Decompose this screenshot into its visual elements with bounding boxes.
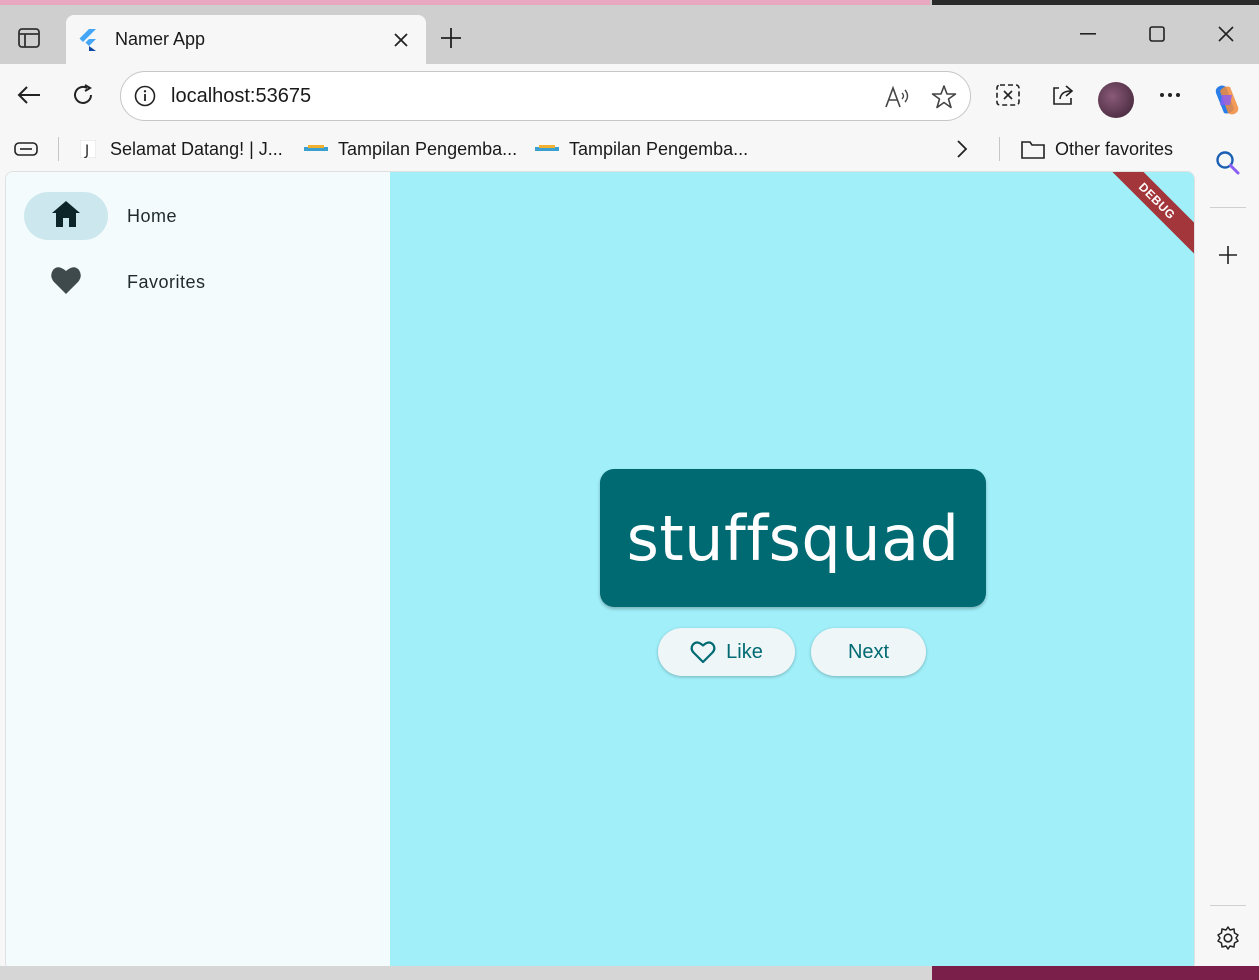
minimize-icon[interactable] — [1068, 19, 1108, 49]
favorite-link-label: Selamat Datang! | J... — [110, 138, 283, 159]
other-favorites-label: Other favorites — [1055, 138, 1174, 159]
more-options-icon[interactable] — [1153, 78, 1187, 112]
like-label: Like — [726, 640, 763, 663]
favorite-link-1[interactable]: J Selamat Datang! | J... — [76, 135, 283, 163]
search-icon[interactable] — [1212, 147, 1244, 179]
debug-banner: DEBUG — [1096, 172, 1194, 262]
settings-gear-icon[interactable] — [1212, 922, 1244, 954]
svg-text:J: J — [84, 143, 89, 158]
back-icon[interactable] — [12, 78, 46, 112]
tab-actions-icon[interactable] — [12, 23, 46, 53]
copilot-icon[interactable] — [1208, 81, 1246, 119]
like-button[interactable]: Like — [658, 628, 795, 676]
favorite-link-2[interactable]: Tampilan Pengemba... — [304, 135, 517, 163]
site-info-icon[interactable] — [133, 84, 157, 108]
chevron-right-icon[interactable] — [956, 135, 968, 163]
close-window-icon[interactable] — [1206, 19, 1246, 49]
page-favicon-icon — [304, 140, 328, 158]
navigation-rail: Home Favorites — [6, 172, 390, 970]
screenshot-icon[interactable] — [991, 78, 1025, 112]
edge-sidebar — [1196, 127, 1259, 980]
generator-page: DEBUG stuffsquad Like Next — [390, 172, 1194, 970]
active-tab[interactable]: Namer App — [66, 15, 426, 65]
favorite-star-icon[interactable] — [930, 83, 958, 111]
favorite-link-3[interactable]: Tampilan Pengemba... — [535, 135, 748, 163]
favorites-bar: J Selamat Datang! | J... Tampilan Pengem… — [0, 127, 1259, 171]
collections-icon[interactable] — [14, 135, 40, 163]
taskbar-strip — [0, 966, 1259, 980]
nav-indicator — [24, 258, 108, 306]
read-aloud-icon[interactable] — [883, 83, 911, 111]
address-bar[interactable]: localhost:53675 — [120, 71, 971, 121]
browser-window: Namer App localhost:53675 J Selamat Data… — [0, 5, 1259, 980]
share-icon[interactable] — [1046, 78, 1080, 112]
page-favicon-icon: J — [76, 140, 100, 158]
heart-outline-icon — [690, 639, 716, 665]
nav-label-favorites: Favorites — [127, 271, 206, 292]
nav-home[interactable]: Home — [24, 192, 364, 240]
navigation-bar: localhost:53675 — [0, 64, 1259, 127]
profile-avatar[interactable] — [1098, 82, 1134, 118]
word-pair-text: stuffsquad — [626, 501, 960, 575]
favorite-link-label: Tampilan Pengemba... — [569, 138, 749, 159]
word-pair-card: stuffsquad — [600, 469, 986, 607]
url-text: localhost:53675 — [171, 85, 312, 107]
other-favorites[interactable]: Other favorites — [1021, 135, 1173, 163]
maximize-icon[interactable] — [1137, 19, 1177, 49]
next-button[interactable]: Next — [811, 628, 926, 676]
new-tab-icon[interactable] — [436, 23, 466, 53]
next-label: Next — [847, 640, 890, 663]
nav-indicator — [24, 192, 108, 240]
nav-favorites[interactable]: Favorites — [24, 258, 364, 306]
add-icon[interactable] — [1212, 239, 1244, 271]
page-favicon-icon — [535, 140, 559, 158]
title-bar: Namer App — [0, 5, 1259, 65]
refresh-icon[interactable] — [66, 78, 100, 112]
app-viewport: Home Favorites DEBUG stuffsquad Like Nex… — [5, 171, 1195, 971]
tab-title: Namer App — [115, 29, 206, 49]
close-tab-icon[interactable] — [388, 27, 414, 53]
home-icon — [51, 200, 81, 233]
favorite-link-label: Tampilan Pengemba... — [338, 138, 518, 159]
nav-label-home: Home — [127, 205, 178, 226]
flutter-icon — [78, 29, 98, 51]
folder-icon — [1021, 140, 1045, 159]
heart-icon — [50, 265, 82, 300]
